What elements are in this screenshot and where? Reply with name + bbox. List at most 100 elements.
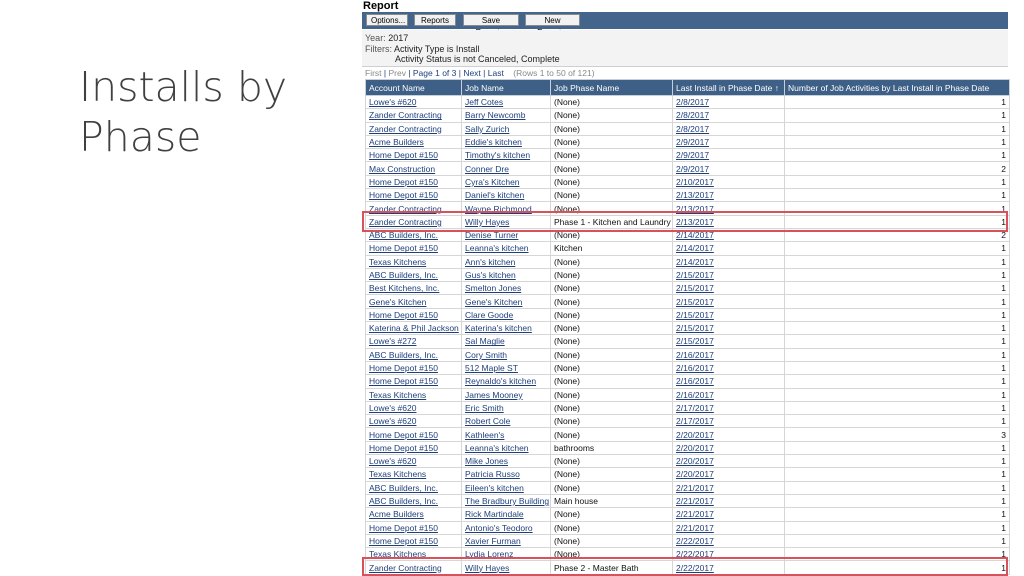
- options-button[interactable]: Options...: [366, 14, 408, 26]
- install-date-cell[interactable]: 2/22/2017: [672, 533, 785, 549]
- account-name-cell[interactable]: Home Depot #150: [365, 307, 462, 323]
- install-date-cell[interactable]: 2/22/2017: [672, 560, 785, 575]
- job-name-cell[interactable]: Sally Zurich: [461, 121, 551, 136]
- account-name-cell[interactable]: Home Depot #150: [365, 520, 462, 535]
- account-name-cell[interactable]: Texas Kitchens: [365, 254, 462, 269]
- col-job-activity-count[interactable]: Number of Job Activities by Last Install…: [784, 79, 1010, 96]
- new-report-button[interactable]: New Report...: [525, 14, 580, 37]
- install-date-cell[interactable]: 2/14/2017: [672, 241, 785, 256]
- job-name-cell[interactable]: Willy Hayes: [461, 214, 551, 229]
- account-name-cell[interactable]: Acme Builders: [365, 507, 462, 522]
- install-date-cell[interactable]: 2/9/2017: [672, 161, 785, 176]
- account-name-cell[interactable]: Home Depot #150: [365, 427, 462, 442]
- account-name-cell[interactable]: Acme Builders: [365, 134, 462, 150]
- account-name-cell[interactable]: ABC Builders, Inc.: [365, 347, 462, 362]
- install-date-cell[interactable]: 2/15/2017: [672, 321, 785, 336]
- install-date-cell[interactable]: 2/15/2017: [672, 267, 785, 283]
- job-name-cell[interactable]: Willy Hayes: [461, 560, 551, 575]
- job-name-cell[interactable]: Denise Turner: [461, 227, 551, 243]
- install-date-cell[interactable]: 2/15/2017: [672, 281, 785, 296]
- account-name-cell[interactable]: ABC Builders, Inc.: [365, 480, 462, 495]
- account-name-cell[interactable]: ABC Builders, Inc.: [365, 227, 462, 243]
- job-name-cell[interactable]: Robert Cole: [461, 414, 551, 429]
- job-name-cell[interactable]: Xavier Furman: [461, 533, 551, 549]
- account-name-cell[interactable]: Texas Kitchens: [365, 387, 462, 402]
- job-name-cell[interactable]: The Bradbury Building: [461, 493, 551, 509]
- job-name-cell[interactable]: Clare Goode: [461, 307, 551, 323]
- install-date-cell[interactable]: 2/21/2017: [672, 493, 785, 509]
- col-job-name[interactable]: Job Name: [461, 79, 551, 96]
- account-name-cell[interactable]: Katerina & Phil Jackson: [365, 321, 462, 336]
- install-date-cell[interactable]: 2/8/2017: [672, 94, 785, 110]
- job-name-cell[interactable]: Leanna's kitchen: [461, 241, 551, 256]
- install-date-cell[interactable]: 2/21/2017: [672, 520, 785, 535]
- install-date-cell[interactable]: 2/21/2017: [672, 507, 785, 522]
- install-date-cell[interactable]: 2/20/2017: [672, 427, 785, 442]
- account-name-cell[interactable]: Home Depot #150: [365, 148, 462, 163]
- reports-dropdown-button[interactable]: Reports ▾: [414, 14, 456, 37]
- job-name-cell[interactable]: Conner Dre: [461, 161, 551, 176]
- install-date-cell[interactable]: 2/15/2017: [672, 334, 785, 349]
- install-date-cell[interactable]: 2/8/2017: [672, 121, 785, 136]
- job-name-cell[interactable]: 512 Maple ST: [461, 360, 551, 376]
- account-name-cell[interactable]: Lowe's #272: [365, 334, 462, 349]
- account-name-cell[interactable]: Zander Contracting: [365, 560, 462, 575]
- job-name-cell[interactable]: Eddie's kitchen: [461, 134, 551, 150]
- first-page-link[interactable]: First: [365, 68, 382, 78]
- install-date-cell[interactable]: 2/20/2017: [672, 440, 785, 456]
- install-date-cell[interactable]: 2/17/2017: [672, 414, 785, 429]
- account-name-cell[interactable]: Gene's Kitchen: [365, 294, 462, 309]
- account-name-cell[interactable]: Zander Contracting: [365, 214, 462, 229]
- install-date-cell[interactable]: 2/20/2017: [672, 467, 785, 482]
- install-date-cell[interactable]: 2/15/2017: [672, 307, 785, 323]
- prev-page-link[interactable]: Prev: [388, 68, 405, 78]
- account-name-cell[interactable]: Zander Contracting: [365, 201, 462, 216]
- account-name-cell[interactable]: Home Depot #150: [365, 360, 462, 376]
- account-name-cell[interactable]: Home Depot #150: [365, 174, 462, 190]
- job-name-cell[interactable]: Reynaldo's kitchen: [461, 374, 551, 389]
- install-date-cell[interactable]: 2/16/2017: [672, 374, 785, 389]
- account-name-cell[interactable]: Home Depot #150: [365, 241, 462, 256]
- job-name-cell[interactable]: Katerina's kitchen: [461, 321, 551, 336]
- job-name-cell[interactable]: Patricia Russo: [461, 467, 551, 482]
- account-name-cell[interactable]: Lowe's #620: [365, 400, 462, 416]
- install-date-cell[interactable]: 2/13/2017: [672, 201, 785, 216]
- col-account-name[interactable]: Account Name: [365, 79, 462, 96]
- col-job-phase-name[interactable]: Job Phase Name: [550, 79, 673, 96]
- account-name-cell[interactable]: ABC Builders, Inc.: [365, 493, 462, 509]
- account-name-cell[interactable]: ABC Builders, Inc.: [365, 267, 462, 283]
- job-name-cell[interactable]: Smelton Jones: [461, 281, 551, 296]
- account-name-cell[interactable]: Home Depot #150: [365, 533, 462, 549]
- job-name-cell[interactable]: Ann's kitchen: [461, 254, 551, 269]
- account-name-cell[interactable]: Home Depot #150: [365, 188, 462, 203]
- job-name-cell[interactable]: Leanna's kitchen: [461, 440, 551, 456]
- job-name-cell[interactable]: James Mooney: [461, 387, 551, 402]
- job-name-cell[interactable]: Timothy's kitchen: [461, 148, 551, 163]
- install-date-cell[interactable]: 2/16/2017: [672, 347, 785, 362]
- account-name-cell[interactable]: Best Kitchens, Inc.: [365, 281, 462, 296]
- install-date-cell[interactable]: 2/10/2017: [672, 174, 785, 190]
- col-last-install-date[interactable]: Last Install in Phase Date ↑: [672, 79, 785, 96]
- account-name-cell[interactable]: Texas Kitchens: [365, 547, 462, 562]
- job-name-cell[interactable]: Eileen's kitchen: [461, 480, 551, 495]
- install-date-cell[interactable]: 2/8/2017: [672, 108, 785, 123]
- install-date-cell[interactable]: 2/13/2017: [672, 188, 785, 203]
- install-date-cell[interactable]: 2/17/2017: [672, 400, 785, 416]
- account-name-cell[interactable]: Lowe's #620: [365, 454, 462, 469]
- account-name-cell[interactable]: Lowe's #620: [365, 94, 462, 110]
- job-name-cell[interactable]: Kathleen's: [461, 427, 551, 442]
- account-name-cell[interactable]: Home Depot #150: [365, 440, 462, 456]
- install-date-cell[interactable]: 2/14/2017: [672, 254, 785, 269]
- job-name-cell[interactable]: Sal Maglie: [461, 334, 551, 349]
- install-date-cell[interactable]: 2/9/2017: [672, 148, 785, 163]
- job-name-cell[interactable]: Jeff Cotes: [461, 94, 551, 110]
- account-name-cell[interactable]: Home Depot #150: [365, 374, 462, 389]
- account-name-cell[interactable]: Texas Kitchens: [365, 467, 462, 482]
- account-name-cell[interactable]: Max Construction: [365, 161, 462, 176]
- install-date-cell[interactable]: 2/13/2017: [672, 214, 785, 229]
- install-date-cell[interactable]: 2/16/2017: [672, 387, 785, 402]
- job-name-cell[interactable]: Cory Smith: [461, 347, 551, 362]
- install-date-cell[interactable]: 2/16/2017: [672, 360, 785, 376]
- install-date-cell[interactable]: 2/21/2017: [672, 480, 785, 495]
- install-date-cell[interactable]: 2/20/2017: [672, 454, 785, 469]
